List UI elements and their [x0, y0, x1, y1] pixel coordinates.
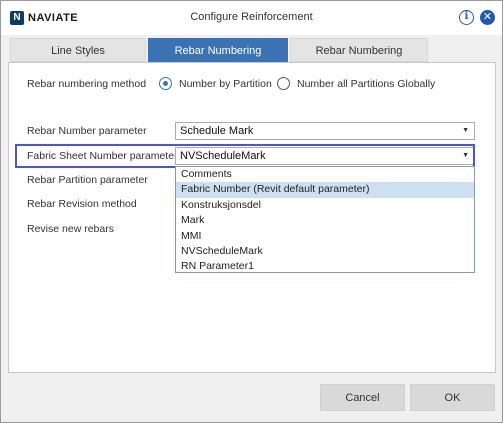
- close-icon: ✕: [482, 11, 493, 23]
- tab-rebar-numbering-settings[interactable]: Rebar Numbering Settings: [148, 38, 288, 81]
- dropdown-option[interactable]: Mark: [176, 213, 474, 228]
- rebar-number-param-label: Rebar Number parameter: [27, 125, 147, 137]
- configure-reinforcement-dialog: N NAVIATE Configure Reinforcement i ✕ Li…: [0, 0, 503, 423]
- revision-method-label: Rebar Revision method: [27, 198, 137, 210]
- dropdown-option[interactable]: NVScheduleMark: [176, 244, 474, 259]
- tab-bar: Line Styles Rebar Numbering Settings Reb…: [10, 38, 430, 81]
- dialog-title: Configure Reinforcement: [190, 11, 313, 23]
- titlebar: N NAVIATE Configure Reinforcement i ✕: [1, 1, 502, 35]
- fabric-sheet-dropdown-list: Comments Fabric Number (Revit default pa…: [175, 166, 475, 273]
- info-icon: i: [464, 11, 469, 22]
- dropdown-option[interactable]: Comments: [176, 167, 474, 182]
- tab-line-styles[interactable]: Line Styles: [10, 38, 146, 62]
- radio-number-by-partition[interactable]: [159, 77, 172, 90]
- numbering-method-label: Rebar numbering method: [27, 78, 147, 90]
- radio-number-globally[interactable]: [277, 77, 290, 90]
- dropdown-option[interactable]: RN Parameter1: [176, 259, 474, 274]
- dropdown-option[interactable]: MMI: [176, 229, 474, 244]
- radio-number-by-partition-label[interactable]: Number by Partition: [179, 78, 272, 90]
- cancel-button[interactable]: Cancel: [320, 384, 405, 411]
- radio-number-globally-label[interactable]: Number all Partitions Globally: [297, 78, 435, 90]
- dropdown-option[interactable]: Fabric Number (Revit default parameter): [176, 182, 474, 198]
- partition-param-label: Rebar Partition parameter: [27, 174, 148, 186]
- rebar-number-param-select[interactable]: Schedule Mark ▼: [175, 122, 475, 140]
- help-button[interactable]: i: [459, 10, 474, 25]
- revise-new-rebars-label: Revise new rebars: [27, 223, 114, 235]
- dropdown-option[interactable]: Konstruksjonsdel: [176, 198, 474, 213]
- tab-rebar-numbering-export[interactable]: Rebar Numbering Export: [290, 38, 428, 81]
- close-button[interactable]: ✕: [480, 10, 495, 25]
- ok-button[interactable]: OK: [410, 384, 495, 411]
- fabric-sheet-highlight-box: [15, 144, 475, 168]
- rebar-number-param-value: Schedule Mark: [180, 125, 254, 137]
- chevron-down-icon: ▼: [462, 127, 469, 134]
